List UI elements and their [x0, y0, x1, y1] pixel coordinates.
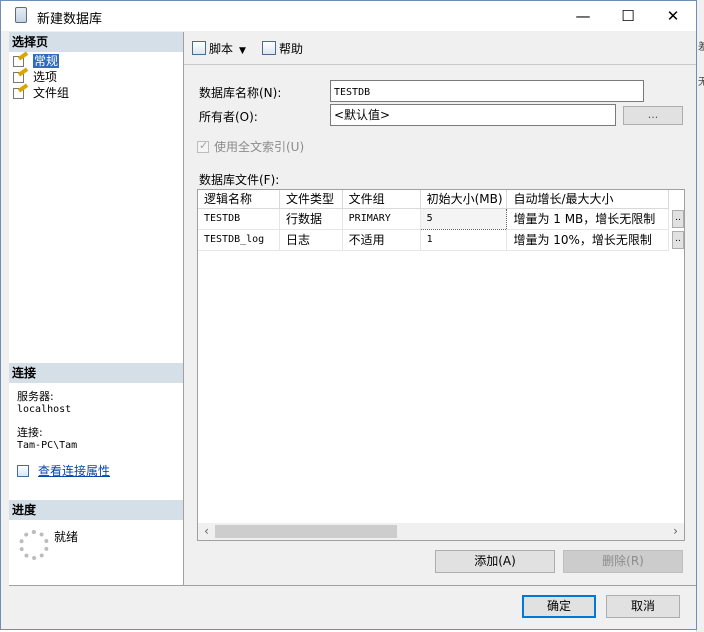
cell-file-type[interactable]: 日志 — [279, 229, 343, 251]
database-files-label: 数据库文件(F): — [199, 173, 280, 187]
database-name-input[interactable]: TESTDB — [330, 80, 644, 102]
view-connection-properties-link[interactable]: 查看连接属性 — [17, 462, 110, 479]
column-header-logical-name[interactable]: 逻辑名称 — [198, 190, 280, 209]
server-value: localhost — [17, 404, 72, 415]
cell-autogrowth[interactable]: 增量为 10%，增长无限制 — [506, 229, 669, 251]
connection-header: 连接 — [9, 363, 183, 383]
owner-input[interactable]: <默认值> — [330, 104, 616, 126]
cell-initial-size[interactable]: 1 — [420, 229, 508, 251]
left-panel: 选择页 常规 选项 文件组 连接 服务器: localhost 连接: Tam-… — [9, 32, 184, 585]
background-fragment: 无 — [698, 77, 704, 88]
database-icon — [15, 7, 27, 23]
fulltext-label: 使用全文索引(U) — [214, 140, 305, 154]
page-item-filegroups[interactable]: 文件组 — [13, 83, 70, 101]
column-header-autogrowth[interactable]: 自动增长/最大大小 — [506, 190, 669, 209]
help-label: 帮助 — [279, 42, 304, 56]
scroll-left-icon[interactable]: ‹ — [198, 523, 215, 540]
cell-file-type[interactable]: 行数据 — [279, 208, 343, 230]
page-item-general[interactable]: 常规 — [13, 51, 60, 69]
autogrowth-edit-button[interactable]: .. — [668, 229, 684, 250]
cell-filegroup[interactable]: 不适用 — [342, 229, 421, 251]
remove-button[interactable]: 删除(R) — [563, 550, 683, 573]
cancel-button[interactable]: 取消 — [606, 595, 680, 618]
page-item-label: 选项 — [33, 70, 58, 84]
dialog-footer: 确定 取消 — [9, 585, 696, 629]
grid-header-row: 逻辑名称 文件类型 文件组 初始大小(MB) 自动增长/最大大小 — [198, 190, 684, 209]
chevron-down-icon[interactable]: ▼ — [239, 42, 246, 60]
database-name-value: TESTDB — [334, 87, 371, 98]
select-page-header: 选择页 — [9, 32, 183, 52]
progress-status: 就绪 — [54, 530, 79, 544]
database-name-label: 数据库名称(N): — [199, 86, 282, 100]
column-header-filegroup[interactable]: 文件组 — [342, 190, 421, 209]
owner-value: <默认值> — [334, 108, 391, 122]
properties-icon — [17, 465, 29, 477]
view-connection-properties-label: 查看连接属性 — [38, 464, 111, 478]
cell-filegroup[interactable]: PRIMARY — [342, 208, 421, 230]
connection-label: 连接: — [17, 426, 43, 439]
page-item-options[interactable]: 选项 — [13, 67, 58, 85]
page-item-label: 常规 — [33, 54, 60, 68]
cell-logical-name[interactable]: TESTDB_log — [198, 229, 280, 251]
table-row[interactable]: TESTDB_log 日志 不适用 1 增量为 10%，增长无限制 .. — [198, 229, 684, 251]
minimize-button[interactable]: — — [560, 1, 606, 31]
connection-value: Tam-PC\Tam — [17, 440, 78, 451]
background-window-edge: 差 无 — [696, 0, 704, 632]
script-icon — [192, 41, 206, 55]
page-icon — [13, 83, 29, 99]
column-header-file-type[interactable]: 文件类型 — [279, 190, 343, 209]
help-button[interactable]: 帮助 — [262, 40, 303, 58]
maximize-button[interactable]: ☐ — [605, 1, 651, 31]
page-icon — [13, 67, 29, 83]
autogrowth-edit-button[interactable]: .. — [668, 208, 684, 229]
owner-browse-button[interactable]: ... — [623, 106, 683, 125]
owner-label: 所有者(O): — [199, 110, 258, 124]
scrollbar-thumb[interactable] — [215, 525, 397, 538]
table-row[interactable]: TESTDB 行数据 PRIMARY 5 增量为 1 MB，增长无限制 .. — [198, 207, 684, 230]
page-item-label: 文件组 — [33, 86, 70, 100]
progress-spinner-icon — [19, 530, 49, 560]
column-header-extra — [668, 190, 684, 208]
script-button[interactable]: 脚本 ▼ — [192, 40, 246, 58]
cell-autogrowth[interactable]: 增量为 1 MB，增长无限制 — [506, 208, 669, 230]
database-files-grid[interactable]: 逻辑名称 文件类型 文件组 初始大小(MB) 自动增长/最大大小 TESTDB … — [197, 189, 685, 541]
script-label: 脚本 — [209, 42, 234, 56]
right-panel: 脚本 ▼ 帮助 数据库名称(N): TESTDB 所有者(O): <默认值> ..… — [184, 32, 696, 585]
column-header-initial-size[interactable]: 初始大小(MB) — [420, 190, 508, 209]
cell-logical-name[interactable]: TESTDB — [198, 208, 280, 230]
toolbar: 脚本 ▼ 帮助 — [184, 32, 696, 65]
scroll-right-icon[interactable]: › — [667, 523, 684, 540]
new-database-dialog: 新建数据库 — ☐ ✕ 选择页 常规 选项 文件组 连接 服务器: localh… — [0, 0, 697, 630]
ok-button[interactable]: 确定 — [522, 595, 596, 618]
page-icon — [13, 51, 29, 67]
help-icon — [262, 41, 276, 55]
add-button[interactable]: 添加(A) — [435, 550, 555, 573]
checkbox-checked-icon — [197, 139, 209, 153]
background-fragment: 差 — [698, 42, 704, 53]
window-title: 新建数据库 — [37, 12, 103, 27]
cell-initial-size[interactable]: 5 — [419, 207, 508, 230]
title-bar: 新建数据库 — ☐ ✕ — [1, 1, 696, 31]
progress-header: 进度 — [9, 500, 183, 520]
horizontal-scrollbar[interactable]: ‹ › — [198, 523, 684, 540]
fulltext-checkbox[interactable]: 使用全文索引(U) — [197, 138, 304, 155]
close-button[interactable]: ✕ — [650, 1, 696, 31]
server-label: 服务器: — [17, 390, 54, 403]
